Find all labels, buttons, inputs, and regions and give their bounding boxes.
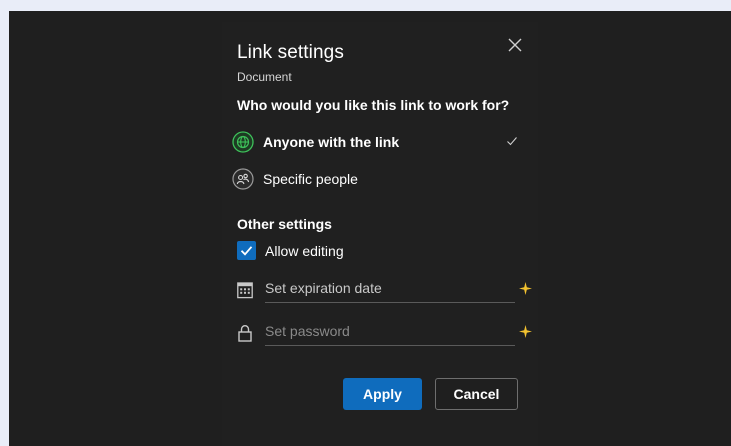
audience-question: Who would you like this link to work for… bbox=[237, 97, 510, 113]
dialog-title: Link settings bbox=[237, 42, 344, 63]
expiration-date-input[interactable] bbox=[265, 276, 515, 303]
option-anyone-with-link[interactable]: Anyone with the link bbox=[232, 128, 528, 156]
premium-sparkle-icon bbox=[519, 325, 532, 338]
other-settings-heading: Other settings bbox=[237, 216, 332, 232]
globe-icon bbox=[232, 131, 254, 153]
checkmark-icon bbox=[507, 137, 517, 146]
allow-editing-label: Allow editing bbox=[265, 243, 344, 259]
link-settings-dialog: Link settings Document Who would you lik… bbox=[222, 22, 538, 446]
apply-button[interactable]: Apply bbox=[343, 378, 422, 410]
premium-sparkle-icon bbox=[519, 282, 532, 295]
check-icon bbox=[240, 246, 253, 256]
option-label: Anyone with the link bbox=[263, 134, 400, 150]
cancel-button[interactable]: Cancel bbox=[435, 378, 518, 410]
checkbox-box bbox=[237, 241, 256, 260]
option-specific-people[interactable]: Specific people bbox=[232, 165, 528, 193]
password-input[interactable] bbox=[265, 319, 515, 346]
allow-editing-checkbox[interactable]: Allow editing bbox=[237, 239, 437, 263]
people-icon bbox=[232, 168, 254, 190]
calendar-icon bbox=[237, 282, 253, 299]
expiration-date-field bbox=[237, 276, 532, 304]
lock-icon bbox=[238, 325, 252, 342]
close-icon bbox=[508, 38, 522, 52]
close-button[interactable] bbox=[504, 34, 526, 56]
password-field bbox=[237, 319, 532, 347]
option-label: Specific people bbox=[263, 171, 358, 187]
dialog-subtitle: Document bbox=[237, 70, 292, 84]
